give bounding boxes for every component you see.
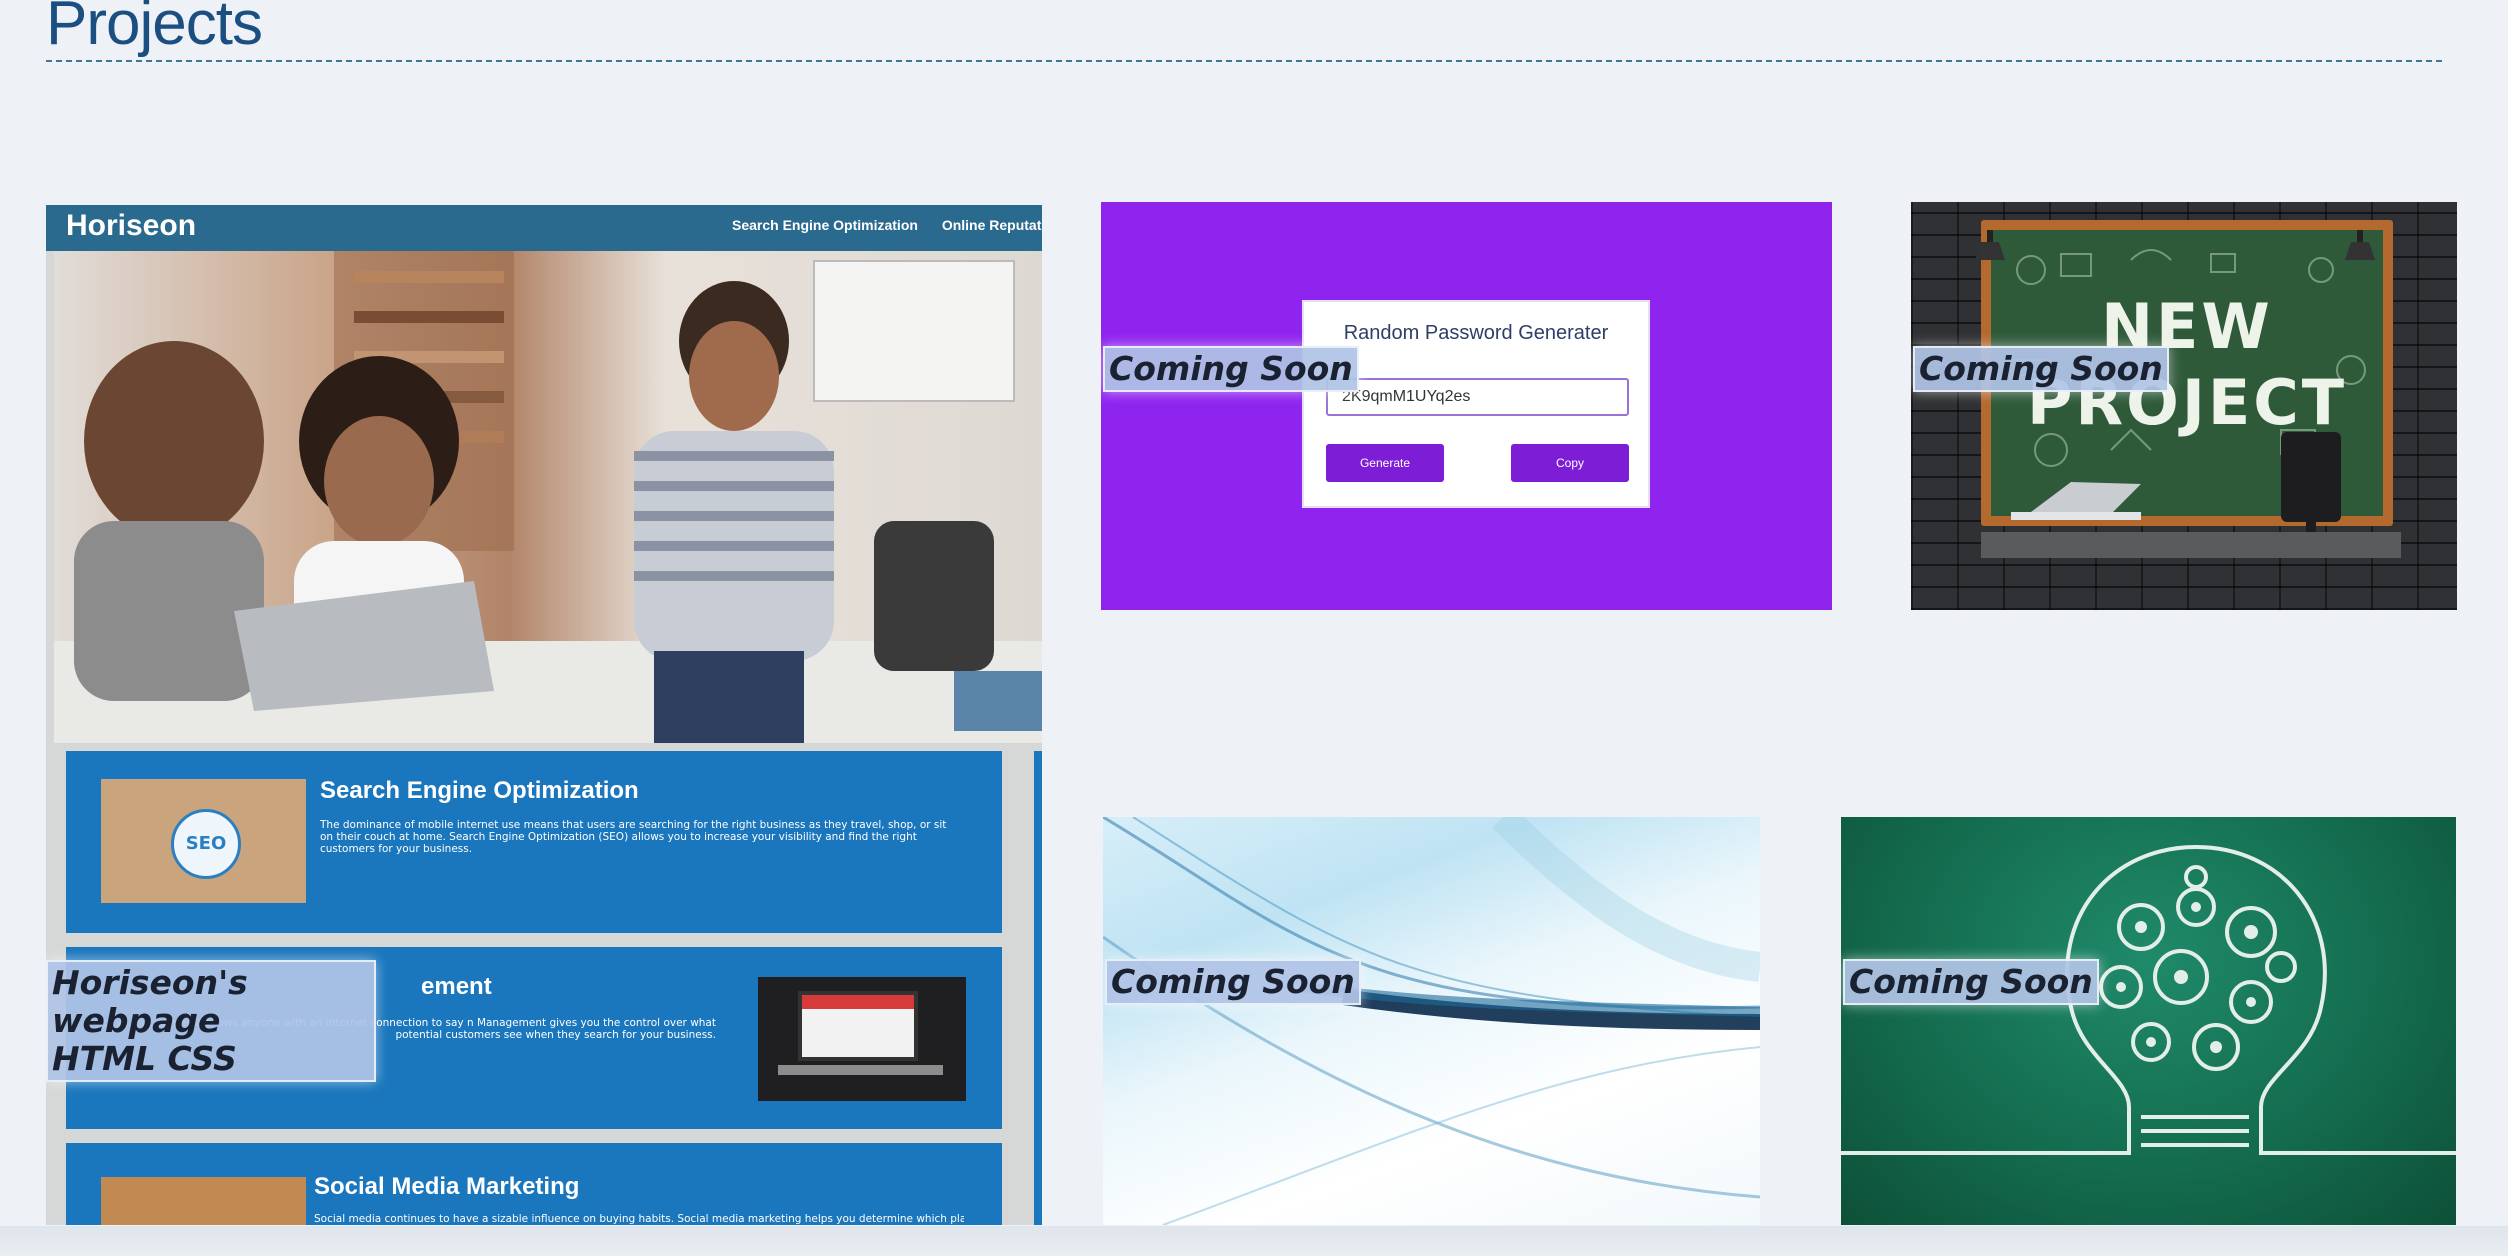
panel-title: ement	[421, 973, 492, 1000]
password-generator-preview: Random Password Generater 2K9qmM1UYq2es …	[1302, 300, 1650, 508]
horiseon-panel-seo: SEO Search Engine Optimization The domin…	[66, 751, 1002, 933]
seo-thumbnail: SEO	[101, 779, 306, 903]
reputation-thumbnail	[758, 977, 966, 1101]
copy-button: Copy	[1511, 444, 1629, 482]
laptop-base	[778, 1065, 943, 1075]
panel-text: The dominance of mobile internet use mea…	[320, 819, 947, 855]
project-label: Coming Soon	[1103, 346, 1359, 392]
desk	[1981, 532, 2401, 558]
horiseon-nav-link: Search Engine Optimization	[732, 217, 918, 233]
horiseon-panel-social: Social Media Marketing Social media cont…	[66, 1143, 1002, 1225]
panel-title: Search Engine Optimization	[320, 777, 639, 804]
project-card-horiseon[interactable]: Horiseon Search Engine Optimization Onli…	[46, 205, 1042, 1225]
abstract-wave-image	[1103, 817, 1760, 1225]
project-label: Horiseon's webpage HTML CSS	[46, 960, 376, 1082]
project-card-coming-soon-lightbulb[interactable]: Coming Soon	[1841, 817, 2456, 1225]
project-card-new-project[interactable]: NEW PROJECT Coming Soon	[1911, 202, 2457, 610]
project-card-coming-soon-wave[interactable]: Coming Soon	[1103, 817, 1760, 1225]
page-bottom-edge	[0, 1226, 2508, 1256]
panel-title: Social Media Marketing	[314, 1173, 580, 1200]
horiseon-header: Horiseon Search Engine Optimization Onli…	[46, 205, 1042, 251]
projects-heading: Projects	[46, 0, 263, 58]
password-generator-title: Random Password Generater	[1343, 322, 1609, 344]
password-output: 2K9qmM1UYq2es	[1326, 378, 1629, 416]
horiseon-hero-image	[54, 251, 1042, 743]
horiseon-nav-link: Online Reputation M	[941, 217, 1042, 233]
laptop-screen	[798, 991, 918, 1061]
horiseon-nav: Search Engine Optimization Online Reputa…	[732, 217, 1042, 233]
generate-button: Generate	[1326, 444, 1444, 482]
project-label: Coming Soon	[1105, 959, 1361, 1005]
project-label: Coming Soon	[1913, 346, 2169, 392]
laptop-banner	[802, 995, 914, 1009]
horiseon-side-strip	[1034, 751, 1042, 1225]
panel-text: Social media continues to have a sizable…	[314, 1213, 964, 1225]
heading-divider	[46, 60, 2442, 62]
seo-badge: SEO	[171, 809, 241, 879]
lightbulb-gears-image	[1841, 844, 2456, 1155]
horiseon-logo: Horiseon	[66, 209, 197, 242]
project-card-password-generator[interactable]: Random Password Generater 2K9qmM1UYq2es …	[1101, 202, 1832, 610]
project-label: Coming Soon	[1843, 959, 2099, 1005]
social-thumbnail	[101, 1177, 306, 1225]
